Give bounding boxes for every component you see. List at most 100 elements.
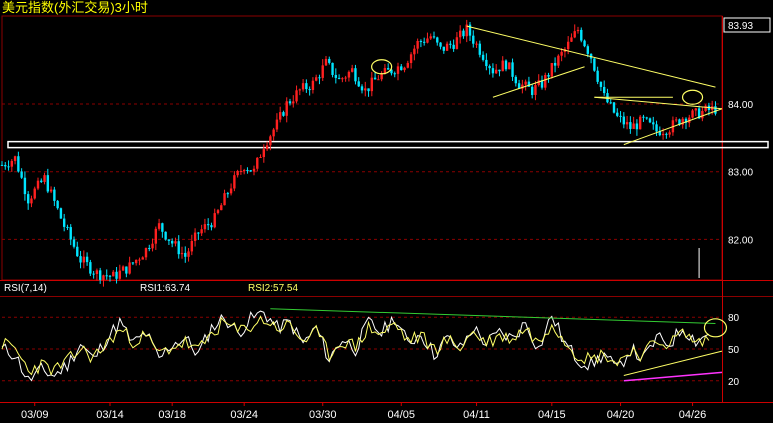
candle-body xyxy=(491,68,495,74)
rsi-yellow-trendline xyxy=(623,350,723,376)
candle-body xyxy=(285,101,288,116)
candle-body xyxy=(220,205,223,211)
candle-body xyxy=(292,101,295,104)
candle-body xyxy=(259,157,262,159)
candle-body xyxy=(655,124,658,132)
candle-body xyxy=(265,145,269,150)
price-tick-label: 83.00 xyxy=(728,168,753,179)
candle-body xyxy=(49,189,53,192)
candle-body xyxy=(118,270,122,279)
candle-body xyxy=(442,46,446,51)
candle-body xyxy=(635,123,639,130)
x-tick-label: 04/05 xyxy=(388,409,416,421)
candle-body xyxy=(278,112,282,120)
candle-body xyxy=(249,170,252,172)
candle-body xyxy=(331,62,334,75)
candle-body xyxy=(170,240,174,244)
candle-body xyxy=(665,133,668,135)
candle-body xyxy=(661,133,665,136)
candle-body xyxy=(429,36,432,39)
candle-body xyxy=(26,194,30,204)
candle-body xyxy=(344,77,347,79)
candle-body xyxy=(609,102,612,104)
candle-body xyxy=(112,271,115,277)
candle-body xyxy=(197,232,200,234)
candle-body xyxy=(436,37,439,43)
candle-body xyxy=(229,188,233,194)
candle-body xyxy=(645,117,648,119)
candle-body xyxy=(576,29,580,32)
candle-body xyxy=(20,171,23,178)
candle-body xyxy=(226,193,230,195)
candle-body xyxy=(674,119,678,121)
rsi-green-trendline xyxy=(270,308,716,325)
candle-body xyxy=(72,239,76,247)
candle-body xyxy=(691,110,694,118)
candle-body xyxy=(419,40,423,42)
small-triangle-lower-line xyxy=(623,108,723,146)
x-tick-label: 04/15 xyxy=(538,409,566,421)
candle-body xyxy=(102,275,105,280)
candle-body xyxy=(328,58,331,63)
candle-body xyxy=(262,149,266,158)
candle-body xyxy=(167,239,171,241)
candle-body xyxy=(380,73,383,80)
candle-body xyxy=(314,77,318,81)
candle-body xyxy=(439,42,442,47)
candle-body xyxy=(154,228,158,244)
candle-body xyxy=(256,157,259,169)
candle-body xyxy=(547,74,550,77)
candle-body xyxy=(288,101,292,104)
candle-body xyxy=(557,55,560,66)
candle-body xyxy=(128,262,131,274)
candle-body xyxy=(246,169,249,171)
candle-body xyxy=(701,110,704,119)
candle-body xyxy=(377,79,380,81)
candle-body xyxy=(164,231,167,240)
candle-body xyxy=(452,44,455,49)
candle-body xyxy=(530,86,534,95)
candle-body xyxy=(629,122,632,129)
candle-body xyxy=(301,83,305,90)
candle-body xyxy=(350,68,354,72)
candle-body xyxy=(354,68,357,82)
candle-body xyxy=(337,77,341,79)
candle-body xyxy=(193,232,197,241)
candle-body xyxy=(151,243,154,249)
candle-body xyxy=(79,256,82,263)
candle-body xyxy=(413,48,416,55)
candle-body xyxy=(200,229,203,234)
candle-body xyxy=(638,116,642,130)
candle-body xyxy=(694,108,698,111)
candle-body xyxy=(364,88,367,91)
candle-body xyxy=(553,62,557,66)
candle-body xyxy=(121,266,125,271)
candle-body xyxy=(206,224,210,226)
candle-body xyxy=(131,262,135,264)
candle-body xyxy=(105,275,108,277)
candle-body xyxy=(612,102,616,113)
x-tick-label: 04/20 xyxy=(607,409,635,421)
candle-body xyxy=(599,81,603,87)
price-chart[interactable]: 84.00 83.00 82.00 83.93 80 50 20 03/09 03/14 03/1… xyxy=(0,0,773,423)
candle-body xyxy=(213,213,216,228)
candle-body xyxy=(76,246,79,257)
candle-body xyxy=(0,164,4,166)
candle-body xyxy=(334,74,338,78)
candle-body xyxy=(347,71,351,78)
rsi-indicator-name: RSI(7,14) xyxy=(4,283,47,294)
candle-body xyxy=(321,65,324,78)
highlight-ellipse xyxy=(681,89,704,105)
support-band xyxy=(7,140,769,149)
candle-body xyxy=(318,77,321,79)
rsi-magenta-trendline xyxy=(623,371,723,382)
big-triangle-upper-line xyxy=(466,25,716,88)
candle-body xyxy=(324,58,328,66)
candle-body xyxy=(573,31,576,38)
candle-body xyxy=(305,83,308,90)
candle-body xyxy=(134,259,138,264)
price-tick-label: 82.00 xyxy=(728,235,753,246)
candle-body xyxy=(593,58,596,71)
candle-body xyxy=(472,35,475,44)
candle-body xyxy=(648,118,652,123)
